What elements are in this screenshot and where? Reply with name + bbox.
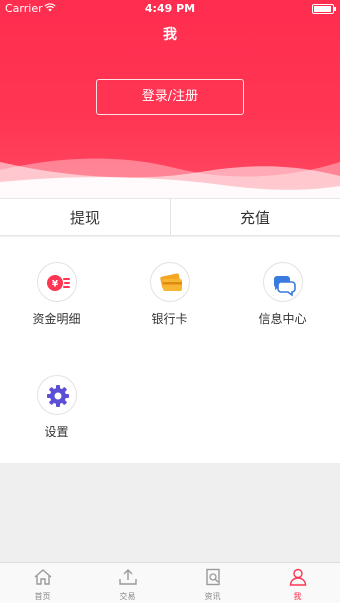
tab-trade[interactable]: 交易 — [85, 563, 170, 603]
money-details-icon: ¥ — [46, 275, 70, 291]
battery-icon — [312, 4, 336, 14]
clock: 4:49 PM — [144, 2, 196, 15]
recharge-button[interactable]: 充值 — [170, 199, 340, 237]
account-actions: 提现 充值 — [0, 198, 340, 236]
home-icon — [34, 569, 51, 585]
message-center-icon — [273, 276, 296, 297]
tab-label: 交易 — [119, 592, 136, 601]
menu-item-bank-card[interactable]: 银行卡 — [113, 262, 226, 327]
wave-decoration — [0, 158, 340, 198]
menu-label: 设置 — [44, 425, 69, 439]
tab-label: 我 — [293, 592, 302, 601]
tab-me[interactable]: 我 — [255, 563, 340, 603]
news-icon — [205, 568, 220, 586]
menu-item-settings[interactable]: 设置 — [0, 375, 113, 440]
tab-home[interactable]: 首页 — [0, 563, 85, 603]
tab-bar: 首页 交易 资讯 我 — [0, 562, 340, 603]
tab-label: 首页 — [34, 592, 51, 601]
svg-text:¥: ¥ — [51, 280, 58, 290]
profile-header: Carrier 4:49 PM 我 登录/注册 — [0, 0, 340, 198]
login-register-button[interactable]: 登录/注册 — [96, 79, 244, 115]
tab-label: 资讯 — [204, 592, 221, 601]
menu-label: 信息中心 — [258, 312, 307, 326]
menu-grid: ¥ 资金明细 银行卡 信息中心 设置 — [0, 237, 340, 463]
trade-icon — [118, 569, 137, 585]
user-icon — [289, 568, 306, 586]
menu-label: 银行卡 — [151, 312, 188, 326]
menu-item-message-center[interactable]: 信息中心 — [226, 262, 339, 327]
settings-gear-icon — [46, 385, 69, 407]
menu-item-money-details[interactable]: ¥ 资金明细 — [0, 262, 113, 327]
tab-news[interactable]: 资讯 — [170, 563, 255, 603]
status-bar: Carrier 4:49 PM — [0, 0, 340, 18]
bank-card-icon — [159, 273, 182, 291]
page-title: 我 — [163, 27, 177, 43]
menu-label: 资金明细 — [32, 312, 81, 326]
withdraw-button[interactable]: 提现 — [0, 199, 170, 237]
